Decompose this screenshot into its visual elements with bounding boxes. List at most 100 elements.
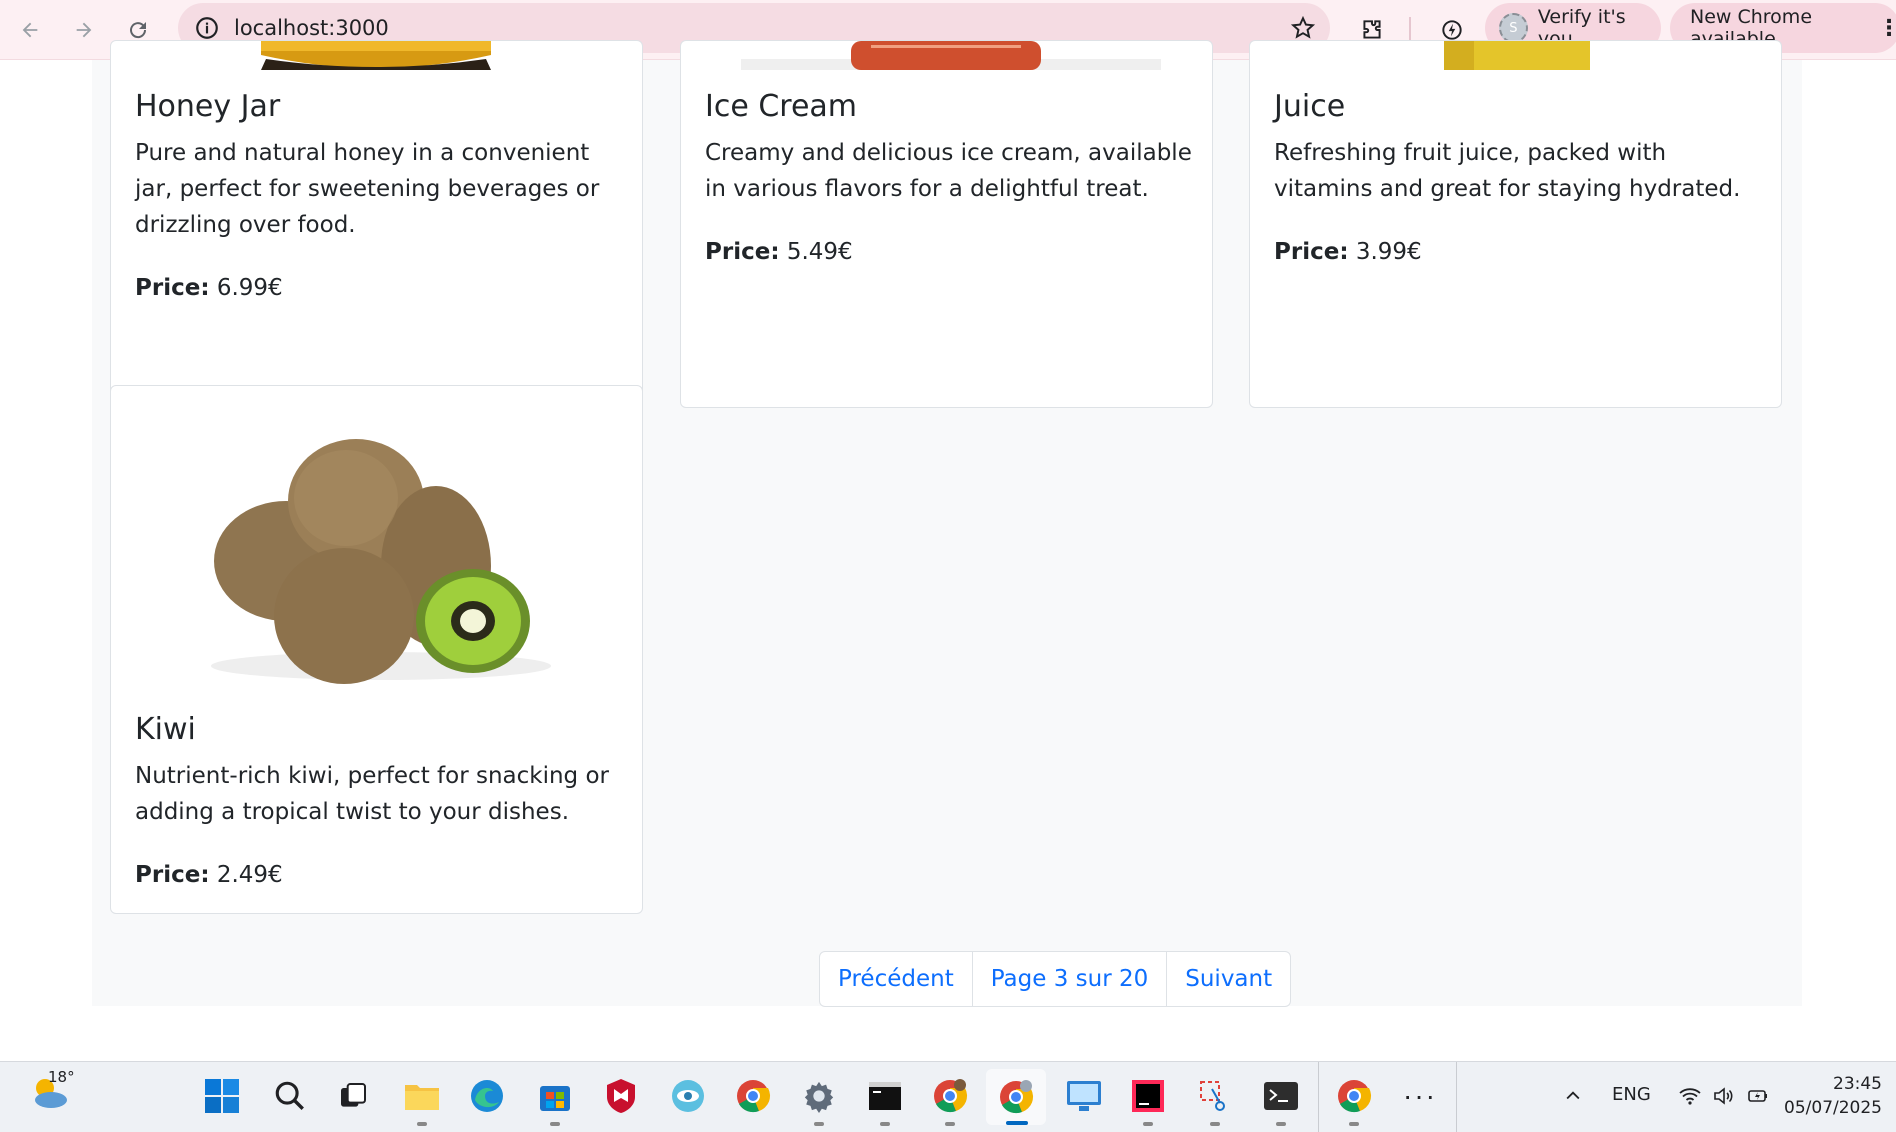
product-description: Refreshing fruit juice, packed with vita… <box>1274 140 1741 202</box>
chrome-profile-icon <box>1000 1080 1034 1114</box>
bookmark-star-icon[interactable] <box>1290 15 1316 41</box>
eye-icon <box>672 1080 704 1112</box>
pagination: Précédent Page 3 sur 20 Suivant <box>819 951 1292 1007</box>
running-indicator <box>1349 1122 1359 1126</box>
running-indicator <box>550 1122 560 1126</box>
price-label: Price: <box>705 239 780 265</box>
taskbar-edge[interactable] <box>467 1076 507 1116</box>
price-label: Price: <box>135 275 210 301</box>
volume-icon <box>1714 1087 1733 1105</box>
product-name: Juice <box>1274 89 1346 124</box>
chrome-icon <box>737 1080 771 1113</box>
kiwi-image <box>211 439 551 684</box>
product-price: Price: 3.99€ <box>1274 239 1422 265</box>
intellij-icon <box>1132 1080 1164 1112</box>
clock[interactable]: 23:45 05/07/2025 <box>1782 1072 1882 1120</box>
taskbar-chrome-3[interactable] <box>1334 1076 1374 1126</box>
battery-charging-icon <box>1748 1090 1767 1102</box>
taskbar-file-explorer[interactable] <box>402 1076 442 1126</box>
terminal-icon <box>1264 1082 1298 1110</box>
product-name: Honey Jar <box>135 89 281 124</box>
taskbar-search-button[interactable] <box>270 1076 310 1116</box>
clock-date: 05/07/2025 <box>1784 1098 1882 1118</box>
next-page-button[interactable]: Suivant <box>1167 952 1290 1006</box>
chevron-up-icon <box>1566 1091 1580 1100</box>
windows-taskbar: 18° ··· ENG 23:45 05/07/2025 <box>0 1061 1896 1132</box>
more-dots-icon: ··· <box>1403 1080 1437 1111</box>
price-label: Price: <box>135 862 210 888</box>
running-indicator <box>417 1122 427 1126</box>
search-icon <box>275 1081 304 1110</box>
product-description: Pure and natural honey in a convenient j… <box>135 140 600 238</box>
product-card-ice-cream[interactable]: Ice Cream Creamy and delicious ice cream… <box>680 40 1213 408</box>
weather-temp: 18° <box>48 1068 75 1086</box>
running-indicator <box>1276 1122 1286 1126</box>
taskbar-eye-app[interactable] <box>668 1076 708 1116</box>
folder-icon <box>405 1085 439 1110</box>
product-description: Nutrient-rich kiwi, perfect for snacking… <box>135 763 609 825</box>
previous-page-button[interactable]: Précédent <box>820 952 973 1006</box>
start-button[interactable] <box>202 1076 242 1116</box>
product-card-honey-jar[interactable]: Honey Jar Pure and natural honey in a co… <box>110 40 643 408</box>
taskbar-intellij[interactable] <box>1128 1076 1168 1126</box>
page-status[interactable]: Page 3 sur 20 <box>973 952 1168 1006</box>
price-value: 6.99€ <box>216 275 283 301</box>
running-indicator <box>1210 1122 1220 1126</box>
product-price: Price: 6.99€ <box>135 275 283 301</box>
taskbar-chrome-active[interactable] <box>986 1069 1046 1125</box>
windows-logo-icon <box>205 1079 239 1113</box>
running-indicator <box>1143 1122 1153 1126</box>
forward-arrow-icon <box>76 22 92 38</box>
task-view-button[interactable] <box>333 1076 373 1116</box>
weather-widget[interactable]: 18° <box>24 1068 75 1112</box>
mcafee-shield-icon <box>607 1079 635 1113</box>
chrome-icon <box>1338 1080 1372 1113</box>
back-arrow-icon <box>22 22 38 38</box>
running-indicator <box>880 1122 890 1126</box>
task-view-icon <box>341 1083 366 1107</box>
site-info-icon[interactable] <box>194 15 220 41</box>
more-menu-icon[interactable]: ⋮ <box>1878 16 1896 41</box>
taskbar-monitor-app[interactable] <box>1064 1076 1104 1116</box>
quick-settings[interactable] <box>1664 1076 1784 1116</box>
taskbar-mcafee[interactable] <box>601 1076 641 1116</box>
url-text[interactable]: localhost:3000 <box>234 16 389 40</box>
product-grid: Honey Jar Pure and natural honey in a co… <box>92 40 1802 1007</box>
chrome-profile-icon <box>934 1079 968 1113</box>
cmd-icon <box>869 1082 901 1110</box>
honey-jar-image <box>261 41 491 70</box>
ice-cream-image <box>741 41 1161 70</box>
dashboard-icon <box>1067 1081 1101 1111</box>
edge-browser-icon <box>471 1080 503 1112</box>
active-indicator <box>1006 1121 1028 1125</box>
taskbar-chrome-2[interactable] <box>930 1076 970 1126</box>
profile-avatar: S <box>1499 13 1528 43</box>
taskbar-overflow-button[interactable]: ··· <box>1400 1076 1440 1116</box>
profile-initial: S <box>1509 20 1518 36</box>
back-button[interactable] <box>10 10 50 50</box>
product-price: Price: 5.49€ <box>705 239 853 265</box>
scissors-icon <box>1200 1081 1225 1111</box>
show-hidden-icons-button[interactable] <box>1553 1076 1593 1116</box>
product-name: Kiwi <box>135 712 196 747</box>
product-name: Ice Cream <box>705 89 858 124</box>
product-card-juice[interactable]: Juice Refreshing fruit juice, packed wit… <box>1249 40 1782 408</box>
taskbar-command-prompt[interactable] <box>865 1076 905 1126</box>
store-icon <box>540 1086 570 1111</box>
taskbar-divider <box>1318 1062 1319 1132</box>
price-value: 5.49€ <box>786 239 853 265</box>
toolbar-divider <box>1409 17 1411 41</box>
forward-button[interactable] <box>64 10 104 50</box>
taskbar-snipping-tool[interactable] <box>1195 1076 1235 1126</box>
taskbar-microsoft-store[interactable] <box>535 1076 575 1126</box>
product-description: Creamy and delicious ice cream, availabl… <box>705 140 1192 202</box>
running-indicator <box>814 1122 824 1126</box>
taskbar-terminal[interactable] <box>1261 1076 1301 1126</box>
product-price: Price: 2.49€ <box>135 862 283 888</box>
taskbar-settings[interactable] <box>799 1076 839 1126</box>
language-indicator[interactable]: ENG <box>1612 1084 1651 1105</box>
reload-icon <box>130 22 147 39</box>
taskbar-chrome-1[interactable] <box>733 1076 773 1116</box>
price-value: 2.49€ <box>216 862 283 888</box>
product-card-kiwi[interactable]: Kiwi Nutrient-rich kiwi, perfect for sna… <box>110 385 643 914</box>
